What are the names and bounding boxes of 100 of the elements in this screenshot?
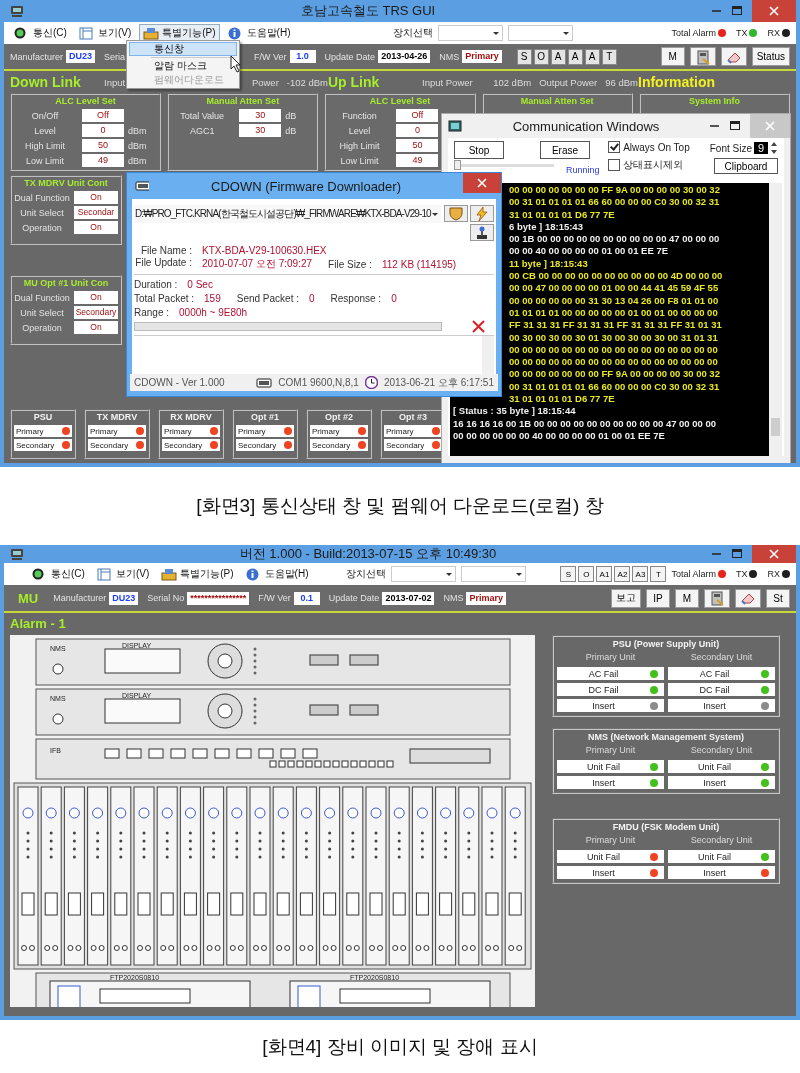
font-size-label: Font Size [709,142,752,154]
menu-item[interactable]: 통신(C) [10,23,71,43]
close-icon [769,549,779,559]
mode-button[interactable]: A1 [596,566,613,582]
monitor-icon [448,119,462,133]
mode-button[interactable]: A3 [632,566,649,582]
unit-label: dB [285,110,298,121]
device-button[interactable] [470,224,494,241]
mode-button[interactable]: A [550,48,566,65]
tool-button[interactable]: St [766,588,790,608]
maximize-icon[interactable] [732,6,742,16]
log-line: 00 00 00 00 00 00 40 00 00 00 00 01 00 01 EE 7E [453,429,666,443]
field-label: Level [33,125,57,136]
mode-button[interactable]: A2 [614,566,631,582]
device-button[interactable] [704,588,730,608]
device-select-label: 장치선택 [346,567,387,581]
menu-item[interactable]: 보기(V) [92,564,154,584]
maximize-icon[interactable] [730,121,740,131]
checkbox[interactable] [608,141,621,153]
log-line: 00 00 00 00 00 00 00 00 00 00 00 00 00 00 00 00 [509,343,719,357]
reading-text: 96 dBm [605,76,638,88]
field-label: AGC1 [188,125,216,136]
mode-button[interactable]: A [567,48,583,65]
alarm-label: Insert [702,867,727,878]
panel-title: MU Opt #1 Unit Con [22,277,110,290]
alarm-label: Insert [591,777,616,788]
section-title: Down Link [10,74,82,90]
mode-button[interactable]: T [601,48,617,65]
reading-text: Input [104,76,126,88]
maximize-icon[interactable] [732,549,742,559]
column-heading: Primary Unit [584,651,637,664]
log-line: 00 00 47 00 00 00 00 01 00 00 44 41 45 59 4F 55 [509,282,720,295]
mode-button[interactable]: O [533,48,549,65]
value-field: 50 [82,139,124,152]
indicator-label: Total Alarm [671,28,716,38]
value-field: 50 [396,139,439,152]
field-label: Operation [21,322,63,333]
mode-button[interactable]: A [584,48,600,65]
window-title: 버전 1.000 - Build:2013-07-15 오후 10:49:30 [238,545,498,563]
menu-item[interactable]: 통신(C) [28,564,89,584]
menu-item[interactable]: 보기(V) [74,23,136,43]
tool-button[interactable]: 보고 [611,588,641,608]
menu-item[interactable]: 도움말(H) [241,564,313,584]
spinner-arrows-icon[interactable] [770,141,778,155]
tool-button[interactable]: Status [751,47,790,66]
mode-button[interactable]: T [650,566,667,582]
mode-button[interactable]: S [516,48,532,65]
clipboard-button[interactable]: Clipboard [714,158,778,174]
close-button[interactable] [752,545,796,563]
field-label: Low Limit [25,155,65,166]
reading-text: Power [251,76,279,88]
version-text: CDOWN - Ver 1.000 [134,377,226,388]
menu-item[interactable]: 특별기능(P) [139,23,220,43]
tool-button[interactable]: M [675,588,699,608]
checkbox[interactable] [608,159,621,171]
field-label: Low Limit [339,155,380,166]
field-label: Manufacturer [10,51,64,62]
path-text: D:₩PRO_FTC.KRNA(한국철도시설공단)₩_FIRMWARE₩KTX-BDA-V29-10 [135,207,431,221]
caption: [화면4] 장비 이미지 및 장애 표시 [262,1034,538,1059]
menu-item[interactable]: 특별기능(P) [157,564,238,584]
tool-button[interactable]: M [660,47,685,66]
log-line: 00 30 00 30 00 30 01 30 00 30 00 30 00 31 01 31 [509,331,719,344]
menu-option[interactable]: 통신창 [129,42,237,56]
status-label: Primary [164,426,192,436]
info-label: Range : [134,306,170,318]
reading-text: -102 dBm [286,76,328,88]
toolbar-button[interactable]: Stop [454,141,504,159]
field-label: NMS [443,593,464,603]
slider-thumb[interactable] [454,160,461,170]
checkbox-label: Always On Top [623,141,690,153]
path-dropdown[interactable]: D:₩PRO_FTC.KRNA(한국철도시설공단)₩_FIRMWARE₩KTX-BDA-V29-10 [134,205,441,223]
alarm-label: Unit Fail [586,761,621,772]
mode-button[interactable]: O [578,566,595,582]
clock-icon [364,376,378,389]
tool-button[interactable]: IP [646,588,670,608]
field-label: Manufacturer [53,593,107,603]
device-button[interactable] [689,47,716,66]
log-line: 00 00 40 00 00 00 00 01 00 01 EE 7E [509,245,669,258]
window-title: Communication Windows [511,118,661,134]
toolbar-button[interactable]: Erase [540,141,590,159]
window-icon [96,567,113,581]
scrollbar[interactable] [769,183,782,456]
slider[interactable] [454,160,554,170]
close-button[interactable] [463,173,501,193]
eraser-button[interactable] [720,47,747,66]
eraser-button[interactable] [735,588,761,608]
value-field: 1.0 [289,50,316,63]
alarm-label: DC Fail [698,684,731,695]
panel-title: PSU (Power Supply Unit) [611,638,721,651]
font-size-field[interactable]: 9 [754,142,768,154]
mode-button[interactable]: S [560,566,577,582]
value-field: **************** [187,591,250,605]
cancel-icon[interactable] [472,320,485,334]
value-field: 2013-04-26 [378,50,431,63]
group-title: TX MDRV [95,411,139,423]
alarm-label: DC Fail [587,684,620,695]
field-label: On/Off [30,110,60,121]
info-label: Duration : [134,278,178,290]
close-button[interactable] [752,0,796,22]
status-label: Secondary [16,440,55,450]
